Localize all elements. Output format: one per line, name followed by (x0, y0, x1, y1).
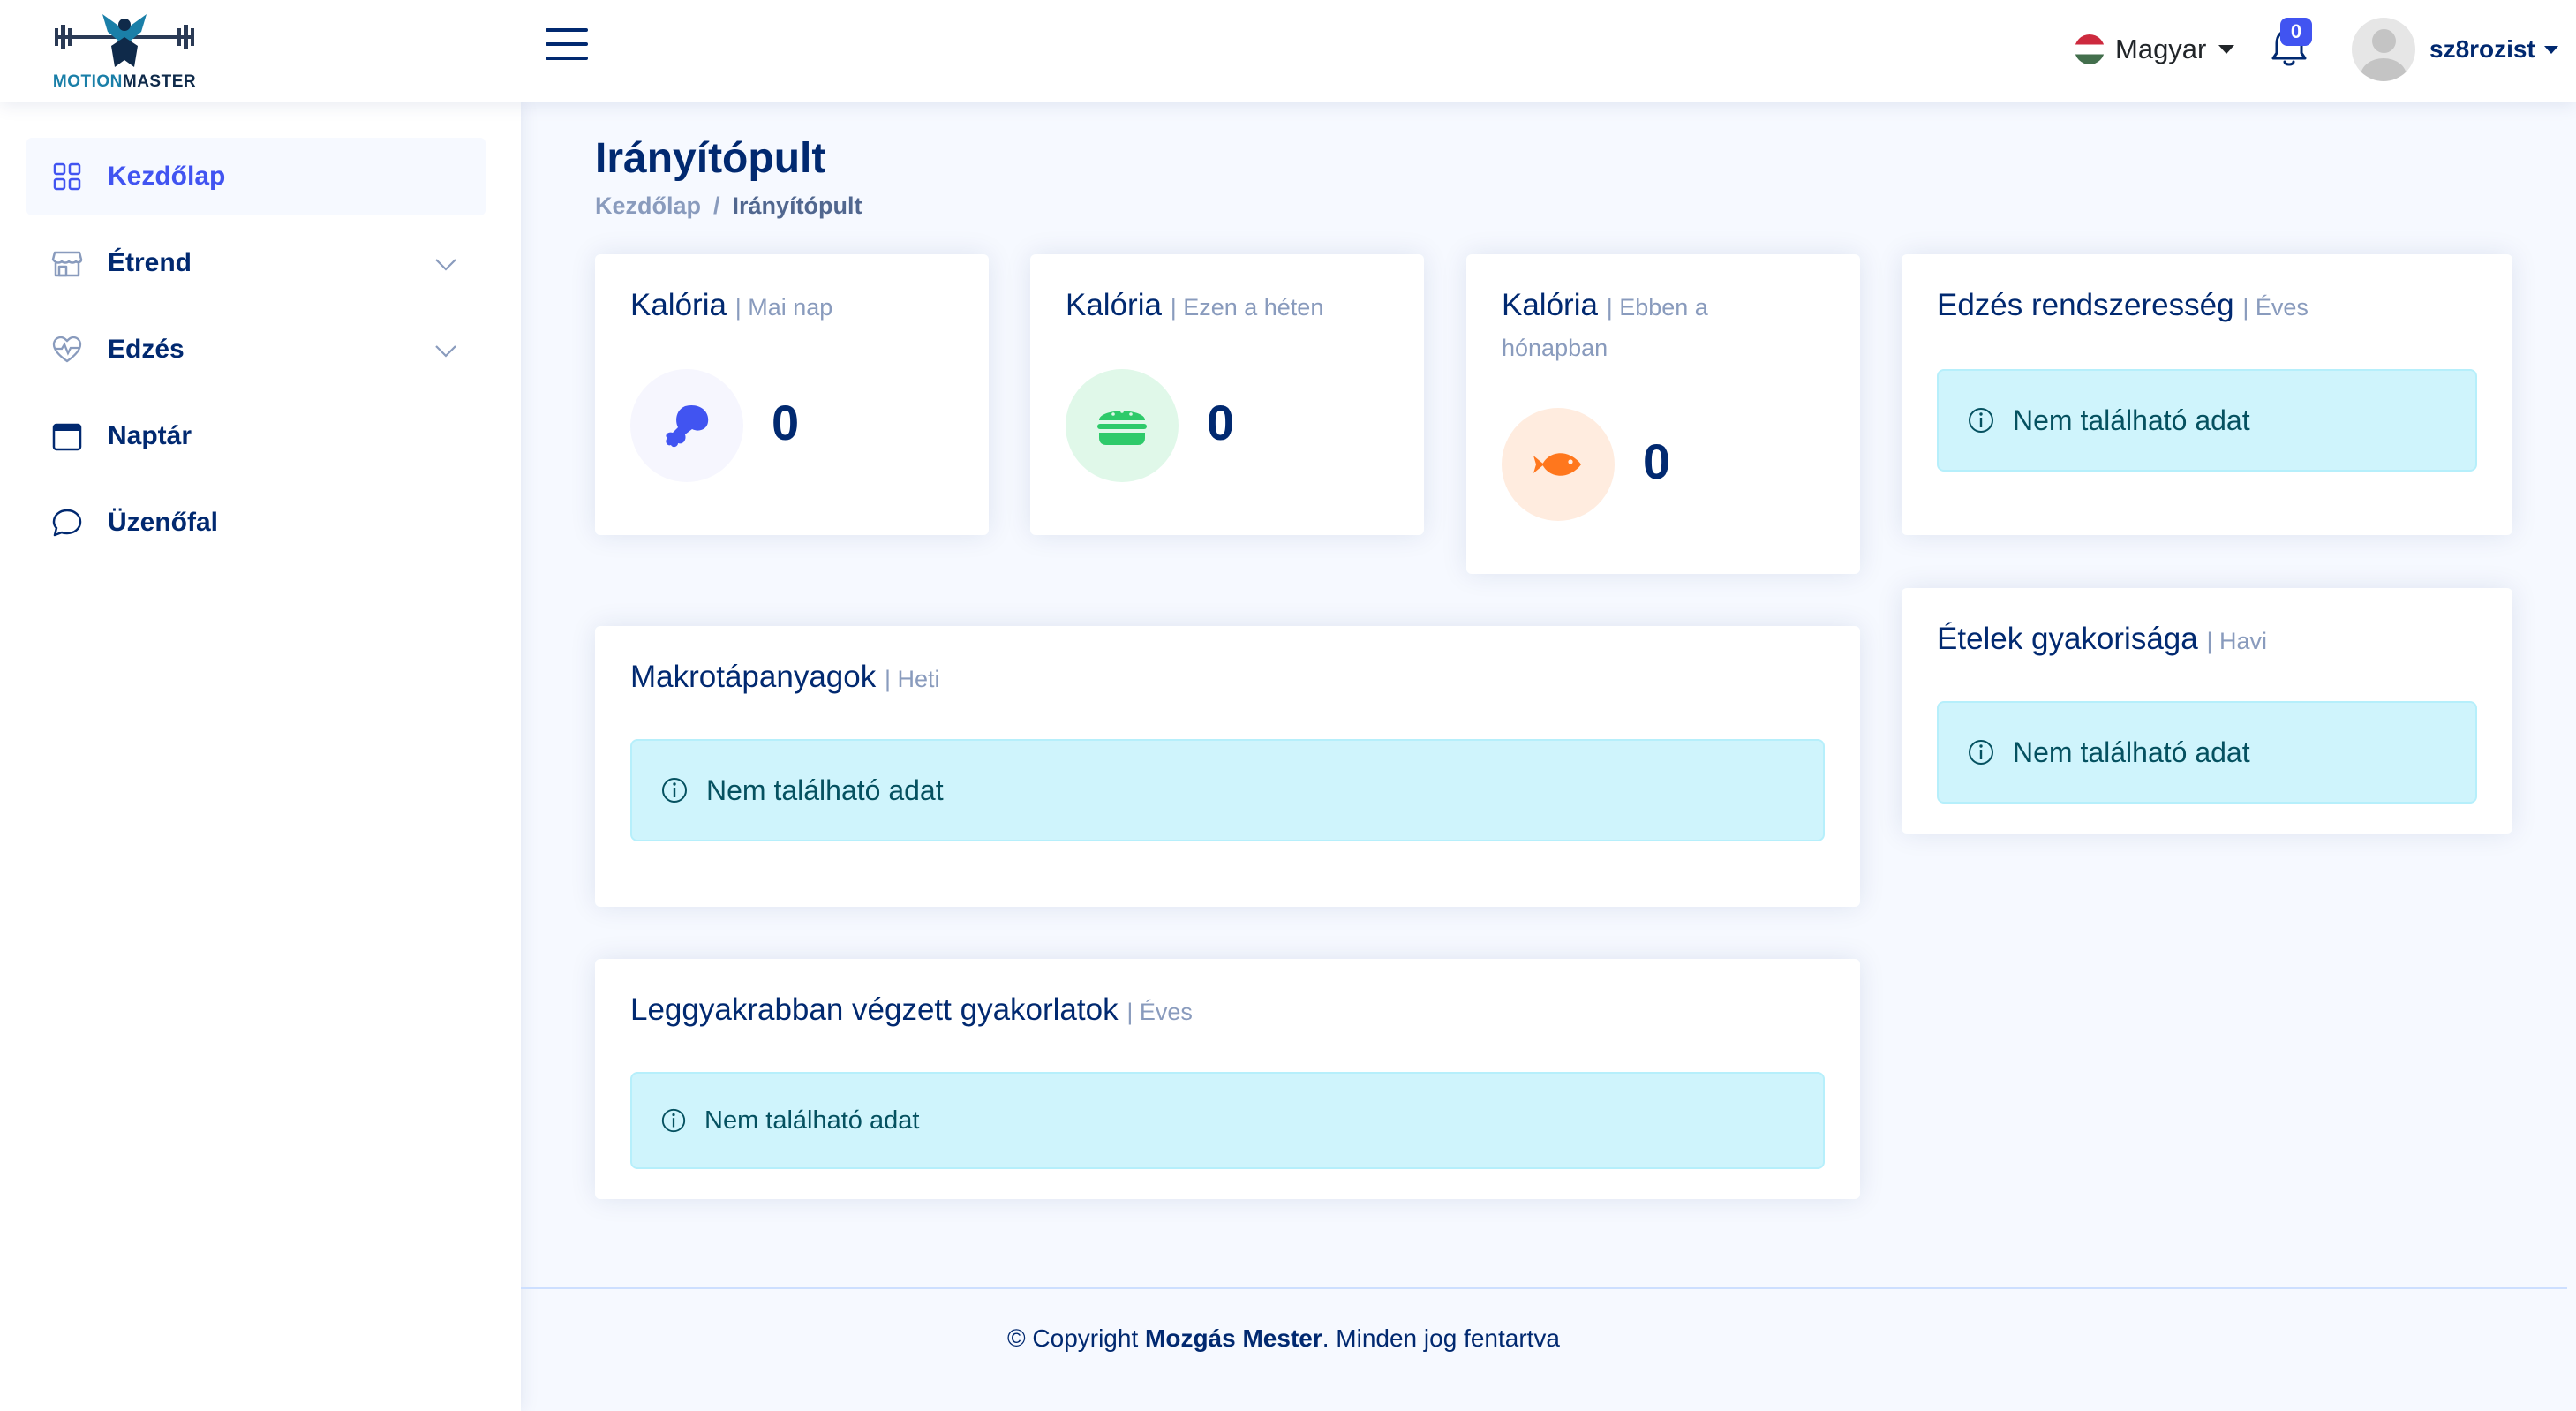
chevron-down-icon (435, 259, 456, 271)
caret-down-icon (2218, 45, 2235, 54)
alert-text: Nem található adat (706, 773, 944, 806)
frequent-exercises-card: Leggyakrabban végzett gyakorlatok | Éves… (595, 959, 1860, 1199)
card-title: Kalória | Mai nap (630, 288, 833, 322)
burger-icon (1097, 410, 1147, 445)
info-circle-icon (661, 1108, 686, 1133)
calorie-month-card: Kalória | Ebben a hónapban 0 (1466, 254, 1860, 574)
grid-icon (53, 162, 81, 191)
sidebar-item-label: Naptár (108, 421, 192, 450)
breadcrumb-current: Irányítópult (732, 192, 862, 219)
food-frequency-card: Ételek gyakorisága | Havi Nem található … (1902, 588, 2512, 834)
info-circle-icon (1969, 740, 1993, 765)
sidebar-item-label: Étrend (108, 248, 192, 277)
card-title: Makrotápanyagok | Heti (630, 660, 940, 694)
sidebar-item-label: Edzés (108, 335, 185, 364)
drumstick-icon (666, 404, 709, 448)
menu-toggle-icon[interactable] (546, 28, 588, 64)
sidebar-item-uzenofal[interactable]: Üzenőfal (26, 484, 486, 562)
calorie-today-card: Kalória | Mai nap 0 (595, 254, 989, 535)
calendar-icon (52, 423, 82, 451)
calorie-week-icon-circle (1066, 369, 1179, 482)
logo-text: MOTIONMASTER (52, 72, 197, 91)
no-data-alert: Nem található adat (1937, 369, 2477, 472)
footer: © Copyright Mozgás Mester. Minden jog fe… (521, 1324, 2046, 1353)
info-circle-icon (1969, 408, 1993, 433)
card-title: Edzés rendszeresség | Éves (1937, 288, 2309, 322)
language-selector[interactable]: Magyar (2075, 28, 2235, 71)
sidebar-item-kezdolap[interactable]: Kezdőlap (26, 138, 486, 215)
sidebar-item-naptar[interactable]: Naptár (26, 397, 486, 475)
alert-text: Nem található adat (704, 1105, 920, 1135)
avatar (2352, 18, 2415, 81)
calorie-month-value: 0 (1643, 434, 1671, 489)
breadcrumb: Kezdőlap / Irányítópult (595, 192, 862, 220)
sidebar: Kezdőlap Étrend Edzés Naptár Üzenőfal (0, 102, 521, 1411)
calorie-week-value: 0 (1207, 395, 1235, 450)
card-title: Kalória | Ezen a héten (1066, 288, 1324, 322)
breadcrumb-separator: / (713, 192, 720, 219)
calorie-month-icon-circle (1502, 408, 1615, 521)
training-regularity-card: Edzés rendszeresség | Éves Nem található… (1902, 254, 2512, 535)
card-title: Leggyakrabban végzett gyakorlatok | Éves (630, 992, 1193, 1027)
chat-icon (52, 509, 82, 537)
heart-pulse-icon (52, 336, 82, 363)
footer-divider (521, 1287, 2567, 1289)
language-label: Magyar (2115, 34, 2207, 64)
footer-prefix: © Copyright (1006, 1324, 1146, 1352)
calorie-week-card: Kalória | Ezen a héten 0 (1030, 254, 1424, 535)
sidebar-item-etrend[interactable]: Étrend (26, 224, 486, 302)
alert-text: Nem található adat (2013, 404, 2250, 436)
top-header: MOTIONMASTER Magyar 0 sz8rozist (0, 0, 2576, 102)
profile-menu[interactable]: sz8rozist (2352, 18, 2558, 81)
no-data-alert: Nem található adat (630, 1072, 1825, 1169)
hungary-flag-icon (2075, 34, 2105, 64)
no-data-alert: Nem található adat (1937, 701, 2477, 804)
card-title: Kalória | Ebben a hónapban (1502, 288, 1708, 361)
footer-suffix: . Minden jog fentartva (1322, 1324, 1561, 1352)
calorie-today-icon-circle (630, 369, 743, 482)
info-circle-icon (662, 778, 687, 803)
chevron-down-icon (435, 345, 456, 358)
username-label: sz8rozist (2429, 35, 2535, 63)
breadcrumb-home-link[interactable]: Kezdőlap (595, 192, 701, 220)
caret-down-icon (2543, 45, 2558, 54)
footer-brand: Mozgás Mester (1145, 1324, 1322, 1352)
sidebar-item-label: Üzenőfal (108, 508, 219, 537)
sidebar-item-label: Kezdőlap (108, 162, 226, 191)
no-data-alert: Nem található adat (630, 739, 1825, 841)
card-title: Ételek gyakorisága | Havi (1937, 622, 2267, 656)
sidebar-item-edzes[interactable]: Edzés (26, 311, 486, 389)
macronutrients-card: Makrotápanyagok | Heti Nem található ada… (595, 626, 1860, 907)
alert-text: Nem található adat (2013, 736, 2250, 768)
calorie-today-value: 0 (772, 395, 800, 450)
shop-icon (51, 251, 83, 277)
notification-badge: 0 (2280, 18, 2312, 46)
page-title: Irányítópult (595, 135, 826, 182)
fish-icon (1533, 453, 1581, 476)
